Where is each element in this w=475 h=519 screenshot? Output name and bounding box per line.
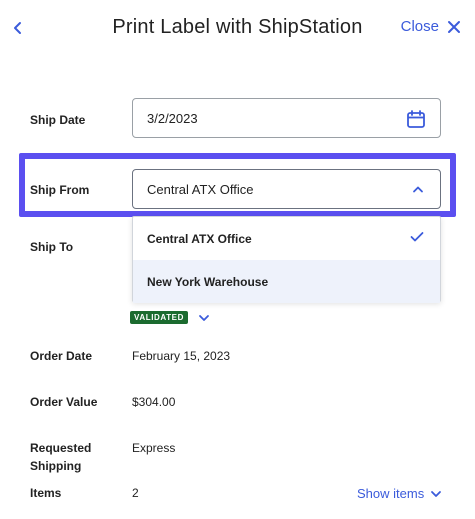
order-value-label: Order Value [30,395,98,409]
items-value: 2 [132,486,139,500]
ship-from-dropdown: Central ATX Office New York Warehouse [132,216,441,303]
order-date-value: February 15, 2023 [132,349,231,363]
show-items-label: Show items [357,486,425,501]
ship-date-label: Ship Date [30,113,86,127]
ship-date-input[interactable]: 3/2/2023 [132,98,441,138]
chevron-down-icon[interactable] [198,314,210,322]
ship-to-label: Ship To [30,240,74,254]
dropdown-option-new-york[interactable]: New York Warehouse [133,260,440,303]
items-label: Items [30,486,62,500]
check-icon [410,232,424,242]
chevron-up-icon [413,186,423,193]
calendar-icon[interactable] [406,109,426,129]
ship-date-value: 3/2/2023 [147,110,198,126]
requested-shipping-label-line2: Shipping [30,459,82,473]
ship-from-selected-value: Central ATX Office [147,181,254,197]
close-button[interactable]: Close [401,18,461,35]
ship-from-label: Ship From [30,183,90,197]
show-items-button[interactable]: Show items [357,486,442,501]
chevron-down-icon [431,490,442,497]
header: Print Label with ShipStation Close [0,0,475,56]
ship-from-select[interactable]: Central ATX Office [132,169,441,209]
order-value-value: $304.00 [132,395,176,409]
order-date-label: Order Date [30,349,93,363]
requested-shipping-label-line1: Requested [30,441,92,455]
dropdown-option-central-atx[interactable]: Central ATX Office [133,217,440,260]
close-icon [448,20,460,33]
status-badge: VALIDATED [130,311,188,324]
requested-shipping-value: Express [132,441,176,455]
close-label: Close [400,18,439,35]
option-label: Central ATX Office [147,231,252,246]
option-label: New York Warehouse [147,274,269,289]
